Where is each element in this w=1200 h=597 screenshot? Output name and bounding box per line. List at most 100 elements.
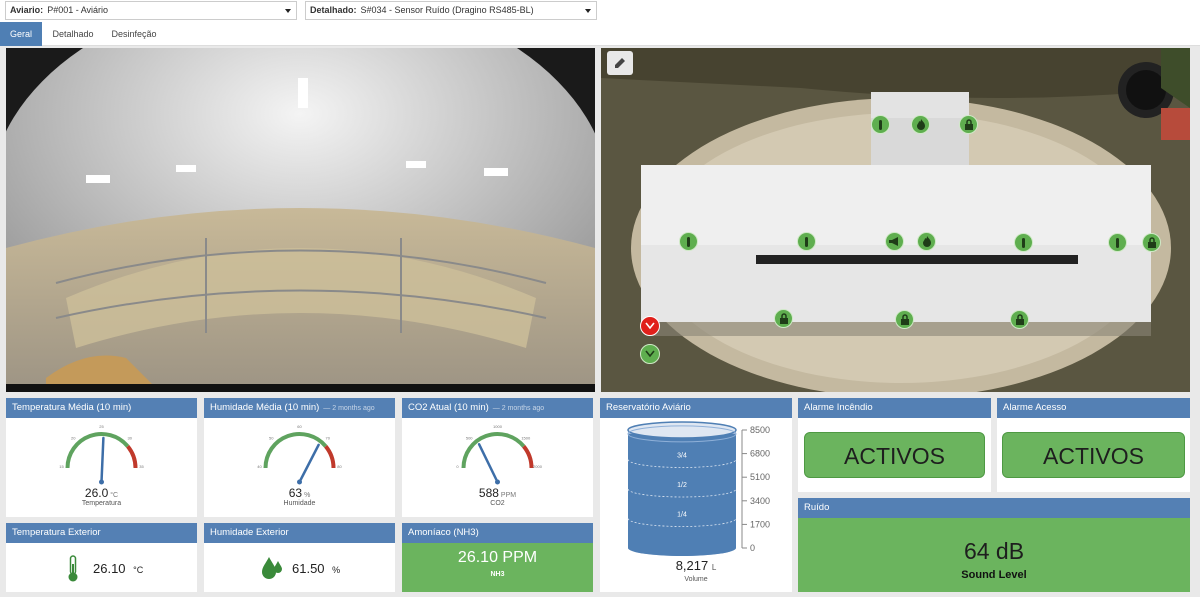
lock-icon[interactable] <box>1142 233 1161 252</box>
chevron-down-icon <box>585 9 591 13</box>
water-tank-gauge: 3/4 1/2 1/4 8500 6800 5100 3400 1700 0 <box>627 421 770 556</box>
amoniaco-value: 26.10 PPM <box>457 549 538 566</box>
thermometer-icon[interactable] <box>871 115 890 134</box>
card-title-text: Humidade Exterior <box>210 527 289 538</box>
card-title-text: Ruído <box>804 502 830 513</box>
fire-icon[interactable] <box>911 115 930 134</box>
thermometer-icon[interactable] <box>797 232 816 251</box>
co2-unit: PPM <box>500 492 517 499</box>
add-user-button[interactable] <box>640 316 660 336</box>
tank-scale-label: 1700 <box>750 519 770 529</box>
tank-scale-label: 8500 <box>750 425 770 435</box>
co2-gauge: 0 500 1000 1500 2000 <box>456 424 543 485</box>
gauge-value: 26.0 °C <box>6 486 197 500</box>
thermometer-icon[interactable] <box>679 232 698 251</box>
gauge-tick-label: 25 <box>99 424 104 429</box>
card-title: CO2 Atual (10 min) — 2 months ago <box>402 398 593 418</box>
gauge-needle <box>477 443 499 484</box>
card-title: Reservatório Aviário <box>600 398 792 418</box>
gauge-tick-label: 500 <box>466 436 473 441</box>
aerial-map[interactable] <box>601 48 1190 392</box>
megaphone-icon[interactable] <box>885 232 904 251</box>
gauge-needle-hub <box>99 479 104 485</box>
card-alarme-incendio: Alarme Incêndio ACTIVOS <box>798 398 991 492</box>
detalhado-select[interactable]: Detalhado: S#034 - Sensor Ruído (Dragino … <box>305 1 597 20</box>
detalhado-value: S#034 - Sensor Ruído (Dragino RS485-BL) <box>360 5 534 15</box>
edit-icon <box>615 58 625 68</box>
gauge-tick-label: 20 <box>71 436 76 441</box>
camera-view <box>6 48 595 392</box>
card-title-text: Amoníaco (NH3) <box>408 527 479 538</box>
card-title: Temperatura Exterior <box>6 523 197 543</box>
temp-exterior-unit: °C <box>133 565 144 575</box>
tank-scale-label: 3400 <box>750 496 770 506</box>
tab-geral[interactable]: Geral <box>0 22 42 46</box>
gauge-needle <box>298 443 320 484</box>
thermometer-icon[interactable] <box>1014 233 1033 252</box>
gauge-needle-hub <box>297 479 302 485</box>
last-update-text: — 2 months ago <box>323 405 375 412</box>
volume-unit: L <box>711 563 717 572</box>
top-bar: Aviario: P#001 - Aviário Detalhado: S#034 … <box>0 0 1200 22</box>
gauge-tick-label: 1500 <box>521 436 531 441</box>
chevron-down-icon[interactable] <box>640 344 660 364</box>
gauge-tick-label: 70 <box>326 436 331 441</box>
card-title-text: Alarme Incêndio <box>804 402 873 413</box>
gauge-tick-label: 30 <box>128 436 133 441</box>
card-title-text: Alarme Acesso <box>1003 402 1067 413</box>
aviario-value: P#001 - Aviário <box>47 5 109 15</box>
lock-icon[interactable] <box>774 309 793 328</box>
exterior-temp-value: 26.10 °C <box>93 561 143 576</box>
gauge-tick-label: 50 <box>269 436 274 441</box>
tab-desinfecao[interactable]: Desinfeção <box>106 22 162 46</box>
card-title: Humidade Média (10 min) — 2 months ago <box>204 398 395 418</box>
co2-value: 588 <box>478 486 499 500</box>
temp-exterior-value: 26.10 <box>93 561 126 576</box>
gauge-tick-label: 1000 <box>493 424 503 429</box>
humidade-unit: % <box>304 492 311 499</box>
gauge-tick-label: 0 <box>456 464 459 469</box>
card-co2: CO2 Atual (10 min) — 2 months ago 0 500 100… <box>402 398 593 517</box>
lock-icon[interactable] <box>895 310 914 329</box>
alarm-status: ACTIVOS <box>804 432 985 478</box>
gauge-arc <box>65 432 130 469</box>
tank-value: 8,217 L <box>600 558 792 573</box>
card-reservatorio: Reservatório Aviário 3/4 1/2 1/4 8500 6800 51… <box>600 398 792 592</box>
humidade-value: 63 <box>288 486 303 500</box>
card-title-text: Temperatura Média (10 min) <box>12 402 132 413</box>
alarm-status: ACTIVOS <box>1002 432 1185 478</box>
card-humidade-media: Humidade Média (10 min) — 2 months ago 40… <box>204 398 395 517</box>
droplets-icon <box>262 557 282 579</box>
card-title: Alarme Acesso <box>997 398 1190 418</box>
gauge-tick-label: 60 <box>297 424 302 429</box>
gauge-value: 588 PPM <box>402 486 593 500</box>
fire-icon[interactable] <box>917 232 936 251</box>
aviario-label: Aviario: <box>10 5 44 15</box>
gauge-label: CO2 <box>490 500 505 507</box>
ruido-status-box: 64 dB Sound Level <box>798 518 1190 592</box>
tab-detalhado[interactable]: Detalhado <box>46 22 100 46</box>
card-ruido: Ruído 64 dB Sound Level <box>798 498 1190 592</box>
card-alarme-acesso: Alarme Acesso ACTIVOS <box>997 398 1190 492</box>
thermometer-icon[interactable] <box>1108 233 1127 252</box>
gauge-tick-label: 80 <box>337 464 342 469</box>
gauge-value: 63% <box>204 486 395 500</box>
gauge-needle-hub <box>495 479 500 485</box>
lock-icon[interactable] <box>959 115 978 134</box>
aerial-map-image <box>601 48 1190 392</box>
card-amoniaco: Amoníaco (NH3) 26.10 PPM NH3 <box>402 523 593 592</box>
tank-top <box>627 421 737 439</box>
gauge-tick-label: 2000 <box>533 464 543 469</box>
card-title: Humidade Exterior <box>204 523 395 543</box>
card-title: Ruído <box>798 498 1190 518</box>
edit-button[interactable] <box>607 51 633 75</box>
gauge-label: Humidade <box>283 500 316 507</box>
card-title: Amoníaco (NH3) <box>402 523 593 543</box>
card-title-text: Reservatório Aviário <box>606 402 691 413</box>
gauge-arc <box>126 445 138 469</box>
amoniaco-label: NH3 <box>490 571 505 578</box>
aviario-select[interactable]: Aviario: P#001 - Aviário <box>5 1 297 20</box>
volume-value: 8,217 <box>675 558 709 573</box>
humidade-exterior-unit: % <box>332 565 341 575</box>
lock-icon[interactable] <box>1010 310 1029 329</box>
